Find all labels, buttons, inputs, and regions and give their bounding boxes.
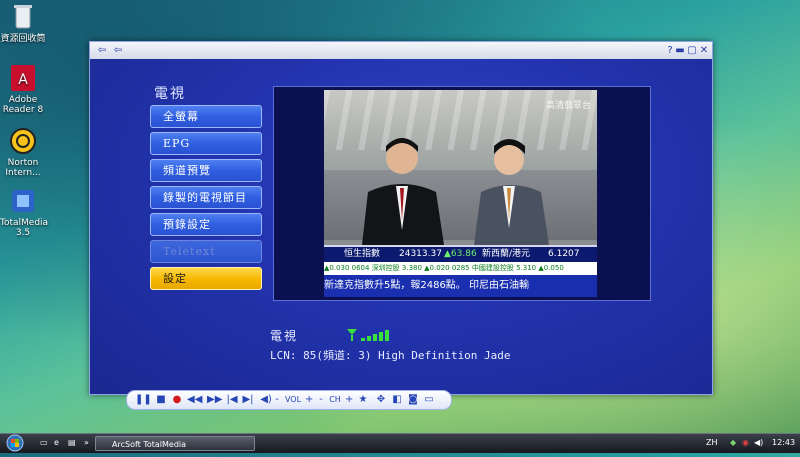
maximize-icon[interactable]: ▢ — [686, 45, 698, 56]
forward-arrow-icon[interactable]: ⇦ — [112, 45, 124, 56]
svg-text:A: A — [18, 72, 28, 88]
info-title: 電視 — [270, 329, 299, 343]
menu-item-fullscreen[interactable]: 全螢幕 — [150, 105, 262, 128]
start-button[interactable] — [4, 434, 30, 453]
recycle-bin-icon — [8, 2, 38, 32]
menu-item-scheduled-recording[interactable]: 預錄設定 — [150, 213, 262, 236]
show-desktop-icon[interactable]: ▭ — [40, 438, 48, 447]
channel-logo: 高清翡翠台 — [545, 101, 591, 111]
skip-forward-icon[interactable]: ▶| — [241, 393, 255, 406]
tray-volume-icon[interactable]: ◀) — [754, 438, 763, 447]
ticker-market: 恒生指數 24313.37 ▲63.86 新西蘭/港元 6.1207 — [324, 245, 597, 263]
desktop-icon-adobe-reader[interactable]: A Adobe Reader 8 — [0, 63, 46, 115]
ticker-news: 新達克指數升5點，報2486點。 印尼由石油輸 — [324, 275, 597, 297]
channel-info-line: LCN: 85(頻道: 3) High Definition Jade — [270, 349, 511, 362]
section-title: 電視 — [154, 86, 186, 102]
volume-down-icon[interactable]: - — [273, 393, 281, 406]
subtitle-icon[interactable]: ▭ — [423, 393, 435, 406]
ie-quicklaunch-icon[interactable]: e — [54, 438, 59, 447]
channel-label: CH — [329, 395, 341, 404]
signal-strength-icon — [347, 329, 389, 341]
adobe-reader-icon: A — [8, 63, 38, 93]
menu-item-settings[interactable]: 設定 — [150, 267, 262, 290]
skip-back-icon[interactable]: |◀ — [225, 393, 239, 406]
norton-icon — [8, 126, 38, 156]
desktop-icon-totalmedia[interactable]: TotalMedia 3.5 — [0, 186, 49, 238]
channel-down-icon[interactable]: - — [317, 393, 325, 406]
playback-control-bar: ❚❚ ■ ● ◀◀ ▶▶ |◀ ▶| ◀) - VOL + - CH + ★ ✥… — [126, 390, 452, 410]
clock[interactable]: 12:43 — [772, 438, 795, 447]
ticker-index-label: 恒生指數 — [344, 249, 381, 259]
language-indicator[interactable]: ZH — [706, 438, 718, 447]
tray-app-icon[interactable]: ◆ — [730, 438, 736, 447]
menu-item-epg[interactable]: EPG — [150, 132, 262, 155]
desktop-icon-norton[interactable]: Norton Intern... — [0, 126, 46, 178]
rewind-icon[interactable]: ◀◀ — [187, 393, 202, 406]
fast-forward-icon[interactable]: ▶▶ — [207, 393, 222, 406]
ticker-index-change: ▲63.86 — [444, 249, 477, 259]
desktop-icon-label: TotalMedia 3.5 — [0, 218, 49, 238]
taskbar-item-totalmedia[interactable]: ArcSoft TotalMedia — [95, 436, 255, 451]
menu-item-recorded-tv[interactable]: 錄製的電視節目 — [150, 186, 262, 209]
record-icon[interactable]: ● — [171, 393, 183, 406]
navigation-icon[interactable]: ✥ — [375, 393, 387, 406]
close-icon[interactable]: ✕ — [698, 45, 710, 56]
quicklaunch-more-icon[interactable]: » — [84, 438, 89, 447]
totalmedia-icon — [8, 186, 38, 216]
switch-windows-icon[interactable]: ▤ — [68, 438, 76, 447]
taskbar-item-label: ArcSoft TotalMedia — [112, 440, 187, 449]
ticker-fx-label: 新西蘭/港元 — [482, 249, 531, 259]
snapshot-camera-icon[interactable]: ◙ — [407, 393, 419, 406]
ticker-fx-value: 6.1207 — [548, 249, 580, 259]
desktop-icon-label: 資源回收筒 — [0, 34, 46, 44]
window-body: 電視 全螢幕 EPG 頻道預覽 錄製的電視節目 預錄設定 Teletext 設定… — [90, 59, 712, 410]
favorite-star-icon[interactable]: ★ — [357, 393, 369, 406]
desktop-icon-recycle-bin[interactable]: 資源回收筒 — [0, 2, 46, 44]
tv-video[interactable]: 高清翡翠台 恒生指數 24313.37 ▲63.86 新西蘭/港元 6.1207… — [324, 90, 597, 297]
totalmedia-window: ⇦ ⇦ ? ▬ ▢ ✕ 電視 全螢幕 EPG 頻道預覽 錄製的電視節目 預錄設定… — [89, 41, 713, 410]
menu-item-teletext: Teletext — [150, 240, 262, 263]
volume-icon[interactable]: ◀) — [260, 393, 272, 406]
window-titlebar[interactable]: ⇦ ⇦ ? ▬ ▢ ✕ — [90, 42, 712, 59]
presenter-right — [474, 139, 549, 245]
tray-network-icon[interactable]: ◉ — [742, 438, 749, 447]
display-settings-icon[interactable]: ◧ — [391, 393, 403, 406]
volume-up-icon[interactable]: + — [305, 393, 313, 406]
desktop-icon-label: Norton Intern... — [5, 158, 41, 178]
taskbar: ▭ e ▤ » ArcSoft TotalMedia ZH ◆ ◉ ◀) 12:… — [0, 433, 800, 453]
channel-up-icon[interactable]: + — [345, 393, 353, 406]
volume-label: VOL — [284, 395, 302, 404]
desktop-icon-label: Adobe Reader 8 — [2, 95, 44, 115]
menu-item-channel-preview[interactable]: 頻道預覽 — [150, 159, 262, 182]
ticker-stocks: ▲0.030 0604 深圳控股 3.380 ▲0.020 0285 中國建設控… — [324, 262, 597, 275]
pause-icon[interactable]: ❚❚ — [135, 393, 152, 406]
presenter-left — [362, 138, 444, 245]
minimize-icon[interactable]: ▬ — [674, 45, 686, 56]
back-arrow-icon[interactable]: ⇦ — [96, 45, 108, 56]
ticker-index-value: 24313.37 — [399, 249, 442, 259]
video-frame: 高清翡翠台 恒生指數 24313.37 ▲63.86 新西蘭/港元 6.1207… — [273, 86, 651, 301]
stop-icon[interactable]: ■ — [155, 393, 167, 406]
